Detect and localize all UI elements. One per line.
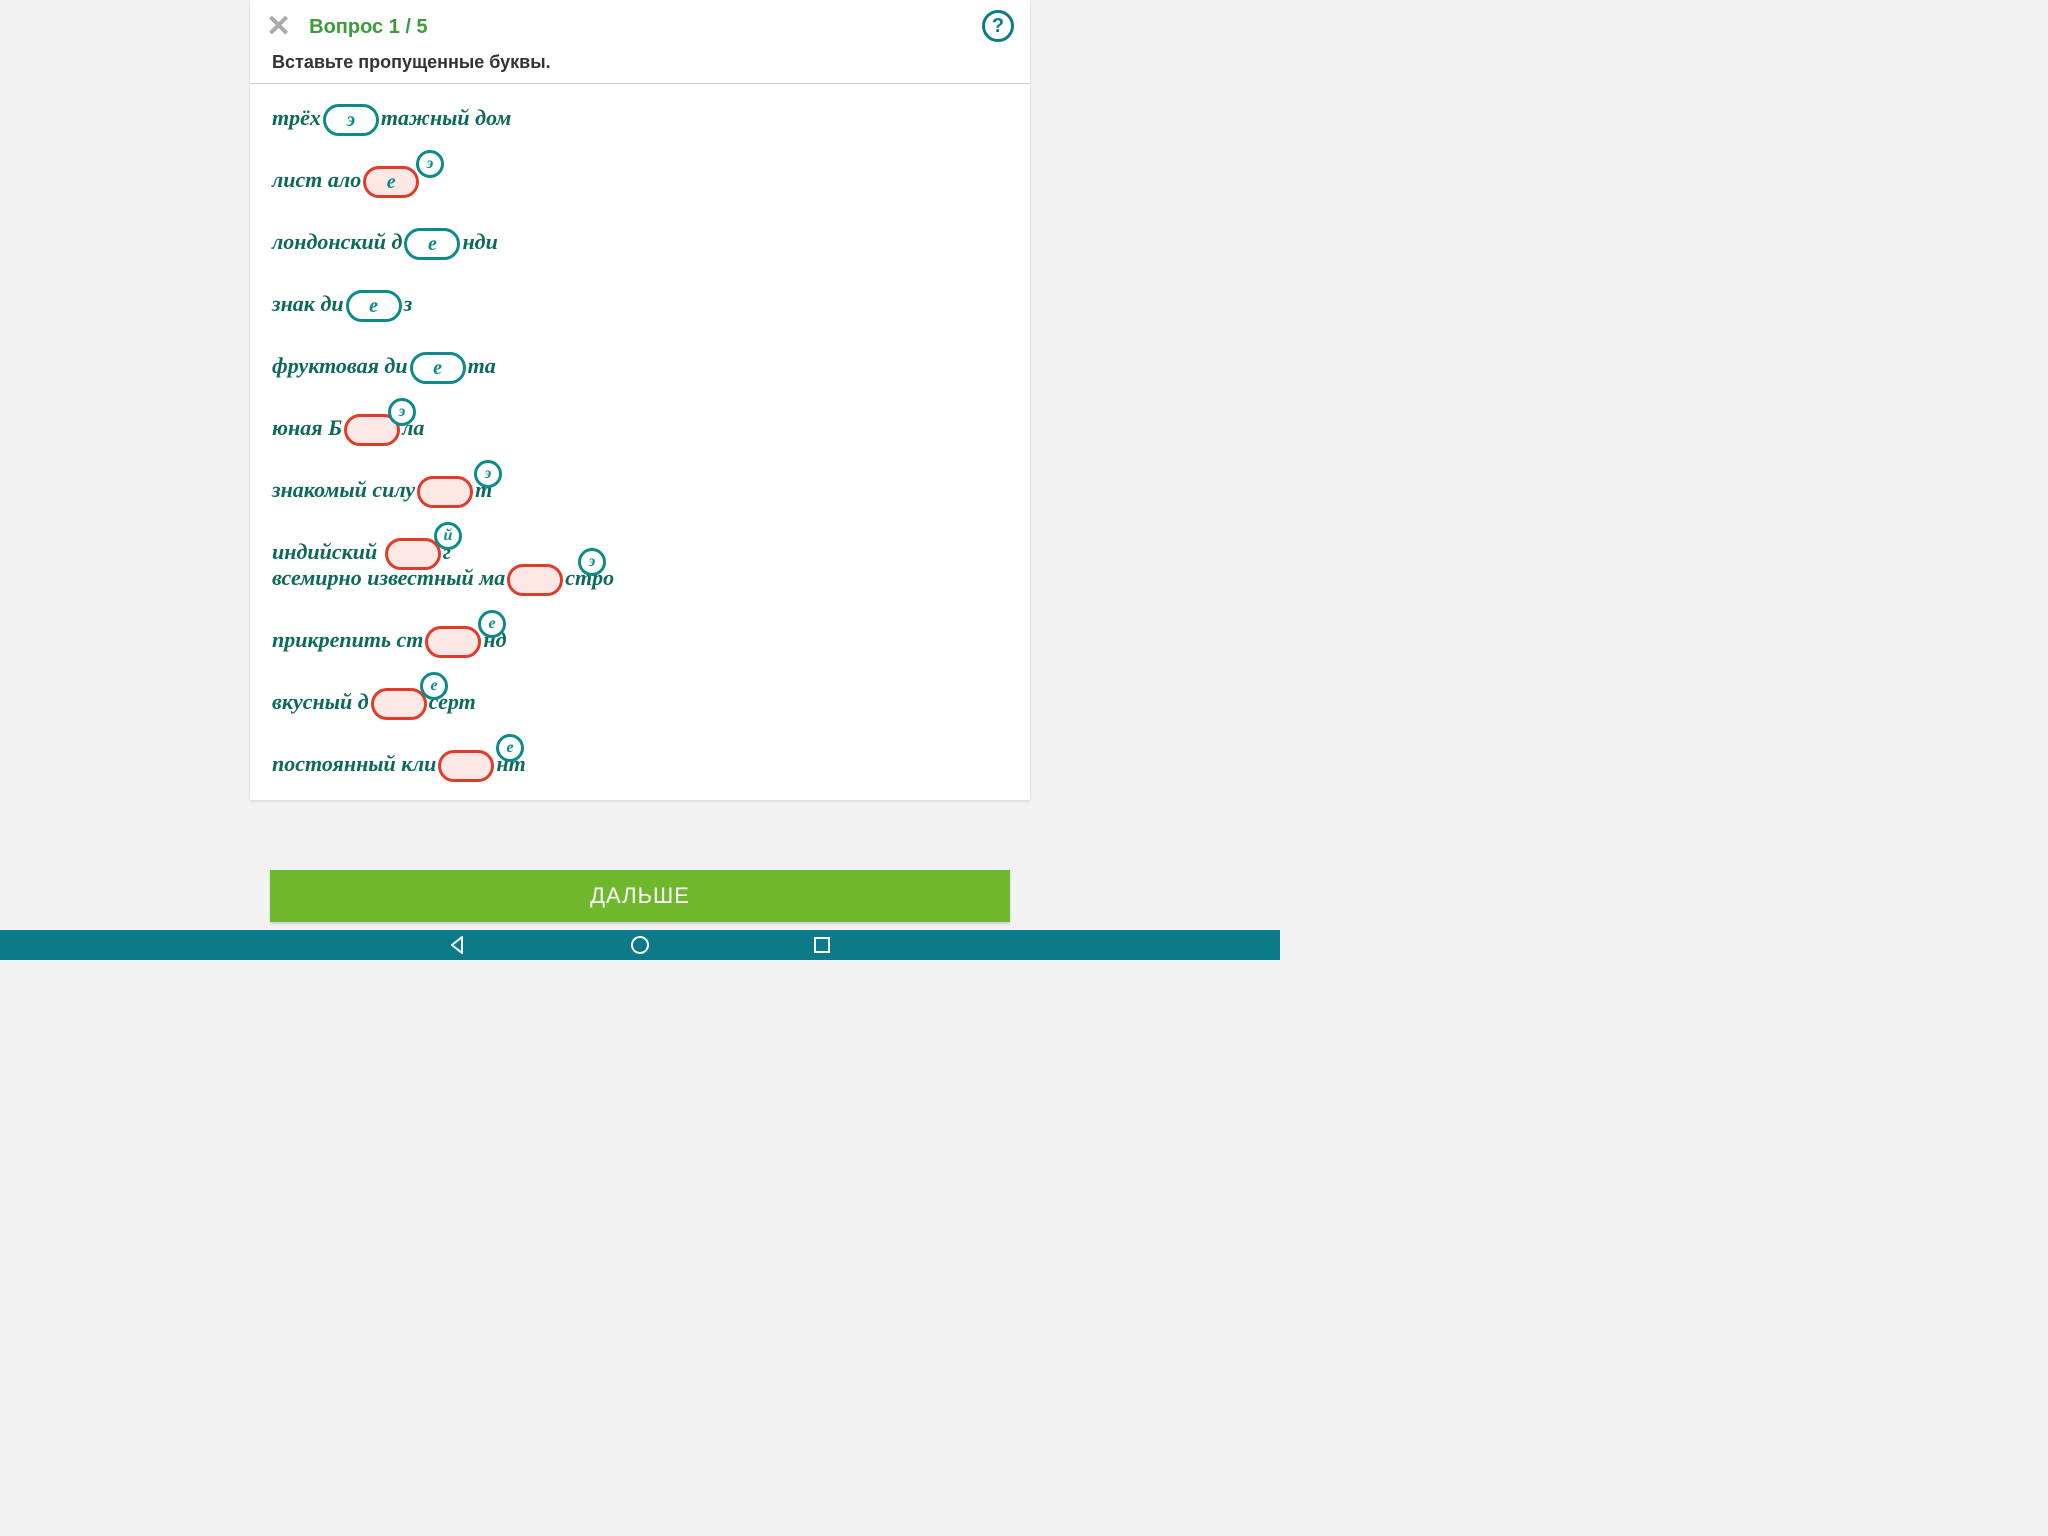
line-text-pre: прикрепить ст: [272, 627, 423, 652]
exercise-line: фруктовая диета: [272, 352, 1008, 384]
line-text-post: тажный дом: [381, 105, 511, 130]
exercise-line: знакомый силутэ: [272, 476, 1008, 508]
exercise-line: трёхэтажный дом: [272, 104, 1008, 136]
line-text-pre: постоянный кли: [272, 751, 436, 776]
line-text-pre: лондонский д: [272, 229, 402, 254]
line-text-pre: лист ало: [272, 167, 361, 192]
answer-pill[interactable]: [417, 476, 473, 508]
line-text-pre: фруктовая ди: [272, 353, 408, 378]
line-text-pre: вкусный д: [272, 689, 369, 714]
line-text-pre: юная Б: [272, 415, 342, 440]
exercise-line: прикрепить стнде: [272, 626, 1008, 658]
exercise-line: всемирно известный мастроэ: [272, 564, 1008, 596]
answer-pill[interactable]: [438, 750, 494, 782]
next-button[interactable]: ДАЛЬШЕ: [270, 870, 1010, 922]
home-icon[interactable]: [629, 934, 651, 956]
correct-answer-badge: е: [496, 734, 524, 762]
line-text-pre: всемирно известный ма: [272, 565, 505, 590]
line-text-post: нди: [462, 229, 497, 254]
close-icon[interactable]: ✕: [266, 12, 291, 42]
correct-answer-badge: э: [474, 460, 502, 488]
line-text-post: та: [468, 353, 496, 378]
exercise-line: вкусный дсерте: [272, 688, 1008, 720]
exercise-line: лист алоеэ: [272, 166, 1008, 198]
line-text-pre: индийский: [272, 539, 383, 564]
answer-pill[interactable]: е: [346, 290, 402, 322]
correct-answer-badge: э: [388, 398, 416, 426]
answer-pill[interactable]: э: [323, 104, 379, 136]
question-counter: Вопрос 1 / 5: [309, 16, 428, 39]
answer-pill[interactable]: [425, 626, 481, 658]
exercise-line: юная Блаэ: [272, 414, 1008, 446]
answer-pill[interactable]: [371, 688, 427, 720]
back-icon[interactable]: [447, 934, 469, 956]
answer-pill[interactable]: е: [363, 166, 419, 198]
correct-answer-badge: э: [416, 150, 444, 178]
correct-answer-badge: э: [578, 548, 606, 576]
android-navbar: [0, 930, 1280, 960]
quiz-card: ✕ Вопрос 1 / 5 ? Вставьте пропущенные бу…: [250, 0, 1030, 800]
line-text-pre: трёх: [272, 105, 321, 130]
answer-pill[interactable]: [507, 564, 563, 596]
header: ✕ Вопрос 1 / 5 ?: [250, 0, 1030, 52]
exercise-line: постоянный клинте: [272, 750, 1008, 782]
answer-pill[interactable]: е: [410, 352, 466, 384]
instruction-text: Вставьте пропущенные буквы.: [250, 52, 1030, 83]
exercise-line: знак диез: [272, 290, 1008, 322]
line-text-pre: знак ди: [272, 291, 344, 316]
correct-answer-badge: е: [420, 672, 448, 700]
correct-answer-badge: й: [434, 522, 462, 550]
exercise-content: трёхэтажный домлист алоеэлондонский денд…: [250, 84, 1030, 800]
help-icon[interactable]: ?: [982, 10, 1014, 42]
correct-answer-badge: е: [478, 610, 506, 638]
line-text-post: з: [404, 291, 413, 316]
line-text-pre: знакомый силу: [272, 477, 415, 502]
exercise-line: лондонский денди: [272, 228, 1008, 260]
recent-apps-icon[interactable]: [811, 934, 833, 956]
answer-pill[interactable]: е: [404, 228, 460, 260]
